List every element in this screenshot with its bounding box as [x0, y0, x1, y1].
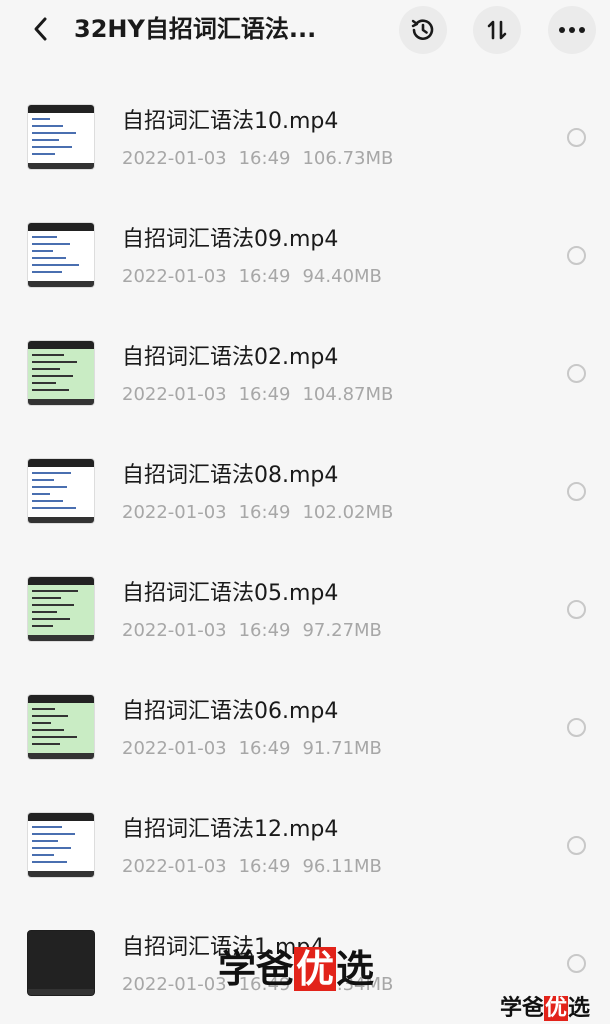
page-title: 32HY自招词汇语法... [74, 15, 317, 43]
video-thumbnail [27, 930, 95, 996]
video-thumbnail [27, 694, 95, 760]
file-name: 自招词汇语法10.mp4 [122, 109, 339, 134]
more-horizontal-icon [559, 27, 585, 33]
video-thumbnail [27, 576, 95, 642]
more-button[interactable] [548, 6, 596, 54]
video-thumbnail [27, 104, 95, 170]
select-radio[interactable] [567, 364, 586, 383]
watermark-logo: 学爸优选 [218, 947, 375, 991]
video-thumbnail [27, 222, 95, 288]
file-date: 2022-01-03 [122, 148, 227, 169]
file-meta: 2022-01-03 16:49 104.87MB [122, 383, 405, 407]
list-item[interactable]: 自招词汇语法10.mp4 2022-01-03 16:49 106.73MB [0, 62, 610, 180]
file-date: 2022-01-03 [122, 620, 227, 641]
video-thumbnail [27, 812, 95, 878]
file-size: 104.87MB [302, 384, 394, 405]
file-size: 97.27MB [302, 620, 382, 641]
file-time: 16:49 [238, 384, 291, 405]
file-size: 106.73MB [302, 148, 394, 169]
file-size: 96.11MB [302, 856, 382, 877]
file-name: 自招词汇语法09.mp4 [122, 227, 339, 252]
file-name: 自招词汇语法02.mp4 [122, 345, 339, 370]
chevron-left-icon [34, 17, 47, 41]
watermark-logo-small: 学爸优选 [500, 996, 591, 1021]
select-radio[interactable] [567, 246, 586, 265]
select-radio[interactable] [567, 600, 586, 619]
list-item[interactable]: 自招词汇语法12.mp4 2022-01-03 16:49 96.11MB [0, 770, 610, 888]
file-size: 102.02MB [302, 502, 394, 523]
file-meta: 2022-01-03 16:49 97.27MB [122, 619, 394, 643]
file-name: 自招词汇语法12.mp4 [122, 817, 339, 842]
select-radio[interactable] [567, 954, 586, 973]
file-size: 91.71MB [302, 738, 382, 759]
file-time: 16:49 [238, 148, 291, 169]
list-item[interactable]: 自招词汇语法09.mp4 2022-01-03 16:49 94.40MB [0, 180, 610, 298]
file-name: 自招词汇语法05.mp4 [122, 581, 339, 606]
list-item[interactable]: 自招词汇语法06.mp4 2022-01-03 16:49 91.71MB [0, 652, 610, 770]
file-meta: 2022-01-03 16:49 94.40MB [122, 265, 394, 289]
file-time: 16:49 [238, 620, 291, 641]
file-name: 自招词汇语法08.mp4 [122, 463, 339, 488]
file-time: 16:49 [238, 502, 291, 523]
file-time: 16:49 [238, 856, 291, 877]
list-item[interactable]: 自招词汇语法05.mp4 2022-01-03 16:49 97.27MB [0, 534, 610, 652]
history-clock-icon [411, 19, 434, 40]
sort-button[interactable] [473, 6, 521, 54]
file-date: 2022-01-03 [122, 974, 227, 995]
file-meta: 2022-01-03 16:49 102.02MB [122, 501, 405, 525]
file-time: 16:49 [238, 266, 291, 287]
back-button[interactable] [26, 14, 56, 44]
file-date: 2022-01-03 [122, 266, 227, 287]
history-button[interactable] [399, 6, 447, 54]
select-radio[interactable] [567, 836, 586, 855]
file-time: 16:49 [238, 738, 291, 759]
list-item[interactable]: 自招词汇语法02.mp4 2022-01-03 16:49 104.87MB [0, 298, 610, 416]
file-meta: 2022-01-03 16:49 91.71MB [122, 737, 394, 761]
sort-icon [487, 20, 507, 40]
file-name: 自招词汇语法06.mp4 [122, 699, 339, 724]
file-date: 2022-01-03 [122, 738, 227, 759]
file-size: 94.40MB [302, 266, 382, 287]
file-date: 2022-01-03 [122, 384, 227, 405]
top-bar: 32HY自招词汇语法... [0, 0, 610, 62]
file-date: 2022-01-03 [122, 856, 227, 877]
file-meta: 2022-01-03 16:49 106.73MB [122, 147, 405, 171]
select-radio[interactable] [567, 482, 586, 501]
select-radio[interactable] [567, 718, 586, 737]
file-meta: 2022-01-03 16:49 96.11MB [122, 855, 394, 879]
select-radio[interactable] [567, 128, 586, 147]
list-item[interactable]: 自招词汇语法08.mp4 2022-01-03 16:49 102.02MB [0, 416, 610, 534]
video-thumbnail [27, 458, 95, 524]
video-thumbnail [27, 340, 95, 406]
file-date: 2022-01-03 [122, 502, 227, 523]
